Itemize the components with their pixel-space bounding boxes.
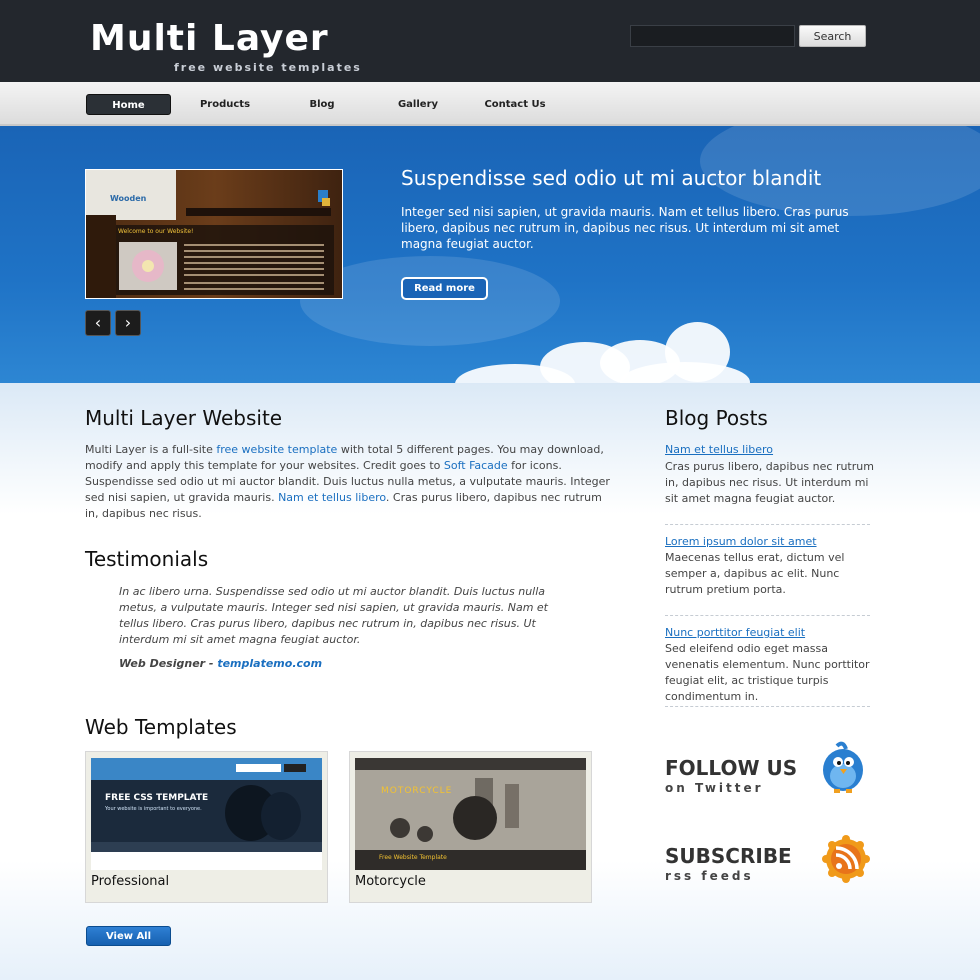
twitter-bird-icon[interactable] [820, 740, 866, 794]
web-templates-heading: Web Templates [85, 715, 237, 739]
blog-divider [665, 524, 870, 525]
blog-posts-heading: Blog Posts [665, 406, 768, 430]
site-logo-title[interactable]: Multi Layer [90, 18, 329, 59]
testimonial-quote: In ac libero urna. Suspendisse sed odio … [119, 585, 548, 646]
slider-prev-button[interactable]: ‹ [85, 310, 111, 336]
hero-banner: Wooden Welcome to our Website! ‹ › Suspe… [0, 126, 980, 383]
thumbnail-brand: Wooden [110, 194, 147, 203]
site-tagline: free website templates [174, 61, 362, 74]
subscribe-subheading[interactable]: rss feeds [665, 869, 754, 883]
main-nav: Home Products Blog Gallery Contact Us [0, 82, 980, 126]
blog-post-link[interactable]: Lorem ipsum dolor sit amet [665, 535, 817, 548]
template-label-motorcycle[interactable]: Motorcycle [355, 874, 426, 889]
professional-screenshot [91, 758, 322, 870]
professional-shot-title: FREE CSS TEMPLATE [105, 793, 209, 803]
blog-post-excerpt: Maecenas tellus erat, dictum vel semper … [665, 551, 845, 596]
testimonial-author-label: Web Designer - [119, 657, 218, 670]
templatemo-link[interactable]: templatemo.com [217, 657, 322, 670]
thumbnail-welcome: Welcome to our Website! [118, 228, 194, 235]
chevron-left-icon: ‹ [94, 313, 102, 332]
blog-post-excerpt: Cras purus libero, dapibus nec rutrum in… [665, 460, 874, 505]
motorcycle-shot-title: MOTORCYCLE [381, 786, 453, 796]
blog-divider [665, 615, 870, 616]
slider-next-button[interactable]: › [115, 310, 141, 336]
nav-item-products[interactable]: Products [184, 94, 266, 115]
rss-feed-icon[interactable] [822, 835, 870, 883]
read-more-button[interactable]: Read more [401, 277, 488, 300]
professional-template-preview: FREE CSS TEMPLATE Your website is import… [91, 758, 322, 870]
nav-item-blog[interactable]: Blog [281, 94, 363, 115]
nav-item-gallery[interactable]: Gallery [377, 94, 459, 115]
free-template-link[interactable]: free website template [216, 443, 337, 456]
subscribe-heading[interactable]: SUBSCRIBE [665, 844, 792, 868]
intro-text-1: Multi Layer is a full-site [85, 443, 217, 456]
motorcycle-template-preview: MOTORCYCLE Free Website Template [355, 758, 586, 870]
nav-item-home[interactable]: Home [86, 94, 171, 115]
search-button[interactable]: Search [799, 25, 866, 47]
follow-us-heading[interactable]: FOLLOW US [665, 756, 797, 780]
template-label-professional[interactable]: Professional [91, 874, 169, 889]
blog-post-excerpt: Sed eleifend odio eget massa venenatis e… [665, 642, 870, 703]
hero-text: Integer sed nisi sapien, ut gravida maur… [401, 205, 849, 251]
testimonials-heading: Testimonials [85, 547, 209, 571]
slider-thumbnail[interactable]: Wooden Welcome to our Website! [85, 169, 343, 299]
template-card-motorcycle[interactable]: MOTORCYCLE Free Website Template Motorcy… [349, 751, 592, 903]
blog-divider [665, 706, 870, 707]
tellus-libero-link[interactable]: Nam et tellus libero [278, 491, 386, 504]
professional-shot-subtitle: Your website is important to everyone. [105, 806, 202, 812]
follow-us-subheading[interactable]: on Twitter [665, 781, 764, 795]
search-input[interactable] [630, 25, 795, 47]
motorcycle-shot-subtitle: Free Website Template [379, 854, 447, 861]
intro-paragraph: Multi Layer is a full-site free website … [85, 442, 615, 522]
chevron-right-icon: › [124, 313, 132, 332]
nav-item-contact-us[interactable]: Contact Us [474, 94, 556, 115]
hero-title: Suspendisse sed odio ut mi auctor blandi… [401, 166, 822, 190]
site-header: Multi Layer free website templates Searc… [0, 0, 980, 82]
blog-post-link[interactable]: Nam et tellus libero [665, 443, 773, 456]
testimonial-author: Web Designer - templatemo.com [119, 657, 322, 670]
view-all-button[interactable]: View All [86, 926, 171, 946]
template-card-professional[interactable]: FREE CSS TEMPLATE Your website is import… [85, 751, 328, 903]
intro-heading: Multi Layer Website [85, 406, 283, 430]
blog-post-link[interactable]: Nunc porttitor feugiat elit [665, 626, 805, 639]
soft-facade-link[interactable]: Soft Facade [444, 459, 508, 472]
